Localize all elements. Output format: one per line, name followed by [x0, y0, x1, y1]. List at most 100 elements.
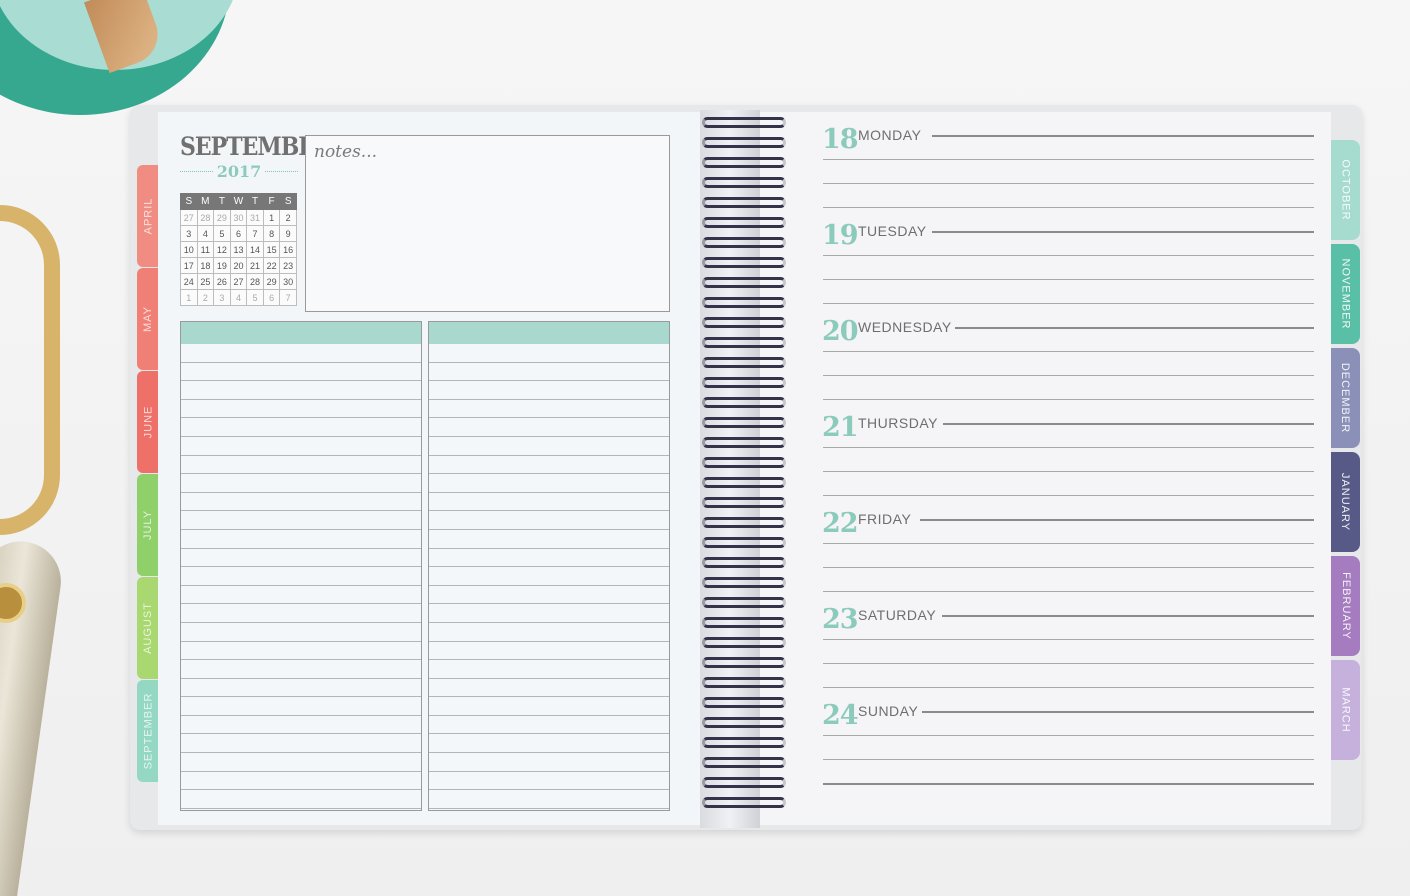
month-tab-label: DECEMBER: [1339, 362, 1352, 434]
calendar-day: 22: [262, 257, 281, 274]
day-writing-line[interactable]: [823, 759, 1314, 760]
day-writing-line[interactable]: [823, 543, 1314, 544]
day-writing-line[interactable]: [823, 351, 1314, 352]
calendar-week: 27 28 29 30 31 1 2: [180, 209, 297, 226]
spiral-coil: [702, 797, 786, 808]
spiral-coil: [702, 577, 786, 588]
day-writing-line[interactable]: [823, 471, 1314, 472]
day-writing-line[interactable]: [823, 495, 1314, 496]
month-tab-may[interactable]: MAY: [137, 268, 159, 370]
spiral-coil: [702, 617, 786, 628]
spiral-coil: [702, 477, 786, 488]
weekday-header: T: [213, 193, 231, 210]
writing-line: [181, 567, 421, 586]
writing-line: [429, 511, 669, 530]
spiral-coil: [702, 317, 786, 328]
year-dotted-rule: [180, 171, 213, 172]
month-tab-november[interactable]: NOVEMBER: [1331, 244, 1360, 344]
spiral-coil: [702, 597, 786, 608]
month-tab-april[interactable]: APRIL: [137, 165, 159, 267]
writing-line: [429, 567, 669, 586]
month-tab-label: JUNE: [142, 405, 155, 439]
day-writing-line[interactable]: [823, 663, 1314, 664]
month-tab-january[interactable]: JANUARY: [1331, 452, 1360, 552]
writing-line: [181, 474, 421, 493]
column-header-bar: [181, 322, 421, 344]
day-writing-line[interactable]: [823, 303, 1314, 304]
spiral-coil: [702, 277, 786, 288]
year-row: 2017: [180, 162, 298, 181]
calendar-day: 13: [229, 241, 248, 258]
month-tab-december[interactable]: DECEMBER: [1331, 348, 1360, 448]
spiral-coil: [702, 337, 786, 348]
day-writing-line[interactable]: [823, 255, 1314, 256]
month-tab-june[interactable]: JUNE: [137, 371, 159, 473]
calendar-week: 24 25 26 27 28 29 30: [180, 273, 297, 290]
month-tab-october[interactable]: OCTOBER: [1331, 140, 1360, 240]
day-writing-line[interactable]: [823, 159, 1314, 160]
writing-line: [181, 734, 421, 754]
day-name: SATURDAY: [858, 607, 937, 623]
day-writing-line[interactable]: [823, 567, 1314, 568]
day-header-rule: [955, 327, 1314, 329]
notes-box[interactable]: notes...: [305, 135, 670, 312]
calendar-day: 3: [213, 289, 231, 306]
day-writing-line[interactable]: [823, 687, 1314, 688]
calendar-day: 29: [262, 273, 281, 290]
spiral-coil: [702, 757, 786, 768]
month-tab-march[interactable]: MARCH: [1331, 660, 1360, 760]
month-tab-august[interactable]: AUGUST: [137, 577, 159, 679]
calendar-day: 21: [246, 257, 264, 274]
writing-line: [181, 400, 421, 419]
day-writing-line[interactable]: [823, 591, 1314, 592]
weekday-header: S: [180, 193, 198, 210]
weekday-header: S: [279, 193, 297, 210]
lined-column-left[interactable]: [180, 321, 422, 811]
day-number: 23: [822, 604, 859, 635]
writing-line: [181, 772, 421, 791]
writing-line: [429, 790, 669, 809]
writing-line: [429, 381, 669, 400]
day-writing-line[interactable]: [823, 183, 1314, 184]
calendar-day: 7: [279, 289, 297, 306]
writing-line: [181, 679, 421, 698]
spiral-coil: [702, 357, 786, 368]
day-writing-line[interactable]: [823, 207, 1314, 208]
column-lines: [429, 344, 669, 809]
calendar-day: 6: [229, 225, 248, 242]
calendar-day: 28: [196, 209, 215, 226]
scissors-handle: [0, 205, 60, 535]
calendar-day: 25: [196, 273, 215, 290]
day-name: THURSDAY: [858, 415, 938, 431]
day-writing-line[interactable]: [823, 279, 1314, 280]
spiral-coil: [702, 677, 786, 688]
writing-line: [181, 549, 421, 568]
writing-line: [181, 642, 421, 661]
lined-column-right[interactable]: [428, 321, 670, 811]
day-writing-line[interactable]: [823, 735, 1314, 736]
month-tab-september[interactable]: SEPTEMBER: [137, 680, 159, 782]
calendar-day: 10: [180, 241, 198, 258]
spiral-coil: [702, 377, 786, 388]
day-writing-line[interactable]: [823, 399, 1314, 400]
writing-line: [429, 772, 669, 791]
writing-line: [181, 623, 421, 642]
spiral-coil: [702, 517, 786, 528]
month-tab-february[interactable]: FEBRUARY: [1331, 556, 1360, 656]
writing-line: [181, 511, 421, 530]
day-writing-line[interactable]: [823, 447, 1314, 448]
calendar-day: 31: [246, 209, 264, 226]
calendar-day: 12: [213, 241, 231, 258]
day-header-rule: [920, 519, 1314, 521]
day-writing-line[interactable]: [823, 783, 1314, 785]
mini-calendar-body: 27 28 29 30 31 1 2 3 4 5 6 7 8 9 10 11 12 13 14 15 16 17 18 19 2…: [180, 209, 297, 306]
month-tab-july[interactable]: JULY: [137, 474, 159, 576]
month-tab-label: NOVEMBER: [1339, 258, 1352, 330]
day-writing-line[interactable]: [823, 375, 1314, 376]
spiral-coil: [702, 737, 786, 748]
column-lines: [181, 344, 421, 809]
writing-line: [429, 623, 669, 642]
day-header-rule: [932, 135, 1314, 137]
day-writing-line[interactable]: [823, 639, 1314, 640]
writing-line: [181, 660, 421, 679]
